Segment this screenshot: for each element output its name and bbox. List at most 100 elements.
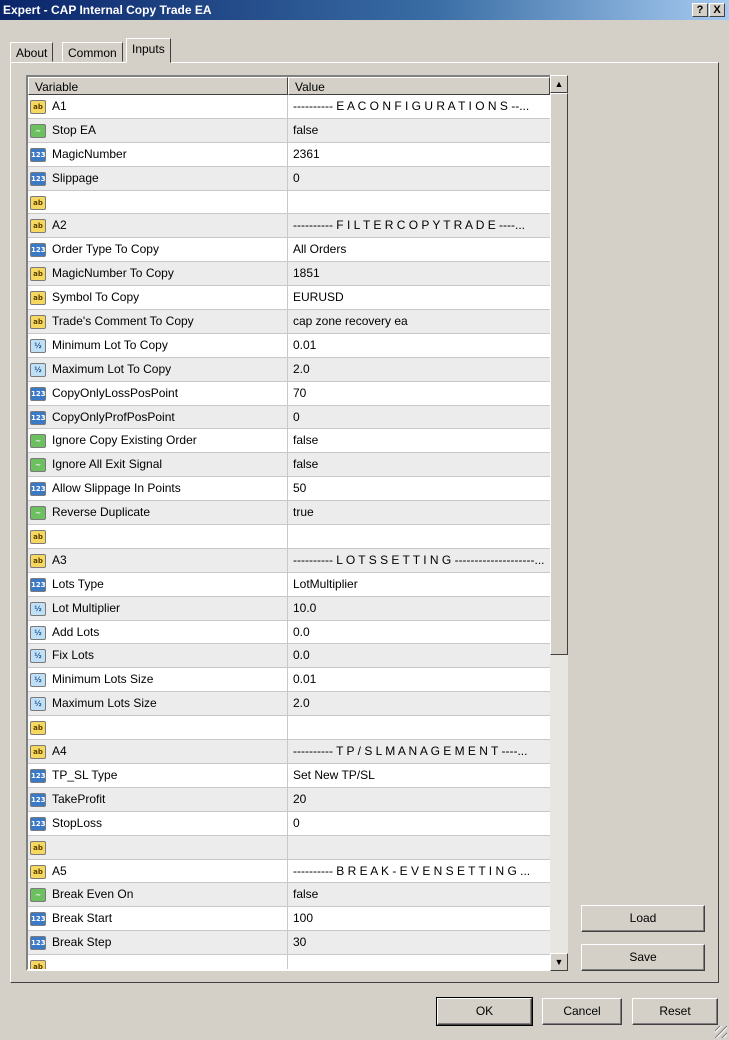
value-cell[interactable]: EURUSD xyxy=(288,286,550,309)
value-cell[interactable]: 30 xyxy=(288,931,550,954)
value-cell[interactable] xyxy=(288,191,550,214)
value-cell[interactable]: 20 xyxy=(288,788,550,811)
value-cell[interactable]: 50 xyxy=(288,477,550,500)
variable-cell: ab A5 xyxy=(28,859,288,883)
tab-about[interactable]: About xyxy=(10,42,54,62)
table-row[interactable]: ½ Add Lots 0.0 xyxy=(28,620,550,645)
table-row[interactable]: 123 CopyOnlyLossPosPoint 70 xyxy=(28,381,550,406)
value-cell[interactable]: ---------- E A C O N F I G U R A T I O N… xyxy=(288,95,550,118)
column-header-value[interactable]: Value xyxy=(288,77,550,95)
table-row[interactable]: ~ Break Even On false xyxy=(28,883,550,908)
cancel-button[interactable]: Cancel xyxy=(542,998,622,1025)
reset-button[interactable]: Reset xyxy=(632,998,718,1025)
table-row[interactable]: ab xyxy=(28,955,550,969)
table-header: Variable Value xyxy=(28,77,550,95)
value-cell[interactable] xyxy=(288,525,550,548)
table-row[interactable]: 123 StopLoss 0 xyxy=(28,811,550,836)
table-row[interactable]: 123 Lots Type LotMultiplier xyxy=(28,572,550,597)
table-row[interactable]: 123 Slippage 0 xyxy=(28,166,550,191)
value-cell[interactable]: false xyxy=(288,883,550,906)
table-row[interactable]: 123 Allow Slippage In Points 50 xyxy=(28,477,550,502)
table-row[interactable]: ab xyxy=(28,716,550,741)
value-cell[interactable]: false xyxy=(288,429,550,452)
value-cell[interactable]: ---------- F I L T E R C O P Y T R A D E… xyxy=(288,214,550,237)
column-header-variable[interactable]: Variable xyxy=(28,77,288,95)
table-row[interactable]: ab xyxy=(28,835,550,860)
variable-cell: 123 Break Start xyxy=(28,907,288,931)
tab-common[interactable]: Common xyxy=(62,42,123,62)
value-cell[interactable]: 100 xyxy=(288,907,550,930)
load-button[interactable]: Load xyxy=(581,905,705,932)
table-row[interactable]: ½ Maximum Lot To Copy 2.0 xyxy=(28,357,550,382)
table-row[interactable]: 123 Break Start 100 xyxy=(28,907,550,932)
value-cell[interactable]: false xyxy=(288,119,550,142)
table-row[interactable]: 123 MagicNumber 2361 xyxy=(28,142,550,167)
bool-type-icon: ~ xyxy=(30,123,46,138)
help-icon[interactable]: ? xyxy=(692,3,708,17)
value-cell[interactable]: 0.01 xyxy=(288,334,550,357)
table-row[interactable]: ~ Ignore Copy Existing Order false xyxy=(28,429,550,454)
table-row[interactable]: ab xyxy=(28,525,550,549)
table-row[interactable]: ½ Lot Multiplier 10.0 xyxy=(28,596,550,621)
table-row[interactable]: 123 Break Step 30 xyxy=(28,931,550,956)
scroll-thumb[interactable] xyxy=(550,93,568,655)
ok-button[interactable]: OK xyxy=(436,997,533,1026)
value-cell[interactable]: LotMultiplier xyxy=(288,573,550,596)
table-row[interactable]: ab MagicNumber To Copy 1851 xyxy=(28,262,550,287)
close-icon[interactable]: X xyxy=(709,3,725,17)
table-row[interactable]: ~ Reverse Duplicate true xyxy=(28,501,550,526)
value-cell[interactable] xyxy=(288,955,550,969)
value-cell[interactable]: Set New TP/SL xyxy=(288,764,550,787)
value-cell[interactable]: ---------- L O T S S E T T I N G -------… xyxy=(288,549,550,572)
value-cell[interactable]: false xyxy=(288,453,550,476)
table-row[interactable]: ab A2 ---------- F I L T E R C O P Y T R A… xyxy=(28,214,550,239)
scroll-up-icon[interactable]: ▲ xyxy=(550,75,568,93)
scroll-down-icon[interactable]: ▼ xyxy=(550,953,568,971)
value-cell[interactable]: 2361 xyxy=(288,143,550,166)
table-row[interactable]: ½ Fix Lots 0.0 xyxy=(28,644,550,669)
value-cell[interactable]: 0 xyxy=(288,167,550,190)
table-row[interactable]: ½ Minimum Lots Size 0.01 xyxy=(28,668,550,693)
table-row[interactable]: 123 TakeProfit 20 xyxy=(28,787,550,812)
value-cell[interactable]: 0 xyxy=(288,812,550,835)
value-cell[interactable]: 70 xyxy=(288,382,550,405)
variable-cell: 123 Break Step xyxy=(28,931,288,955)
value-cell[interactable]: 0 xyxy=(288,406,550,429)
value-cell[interactable] xyxy=(288,716,550,739)
value-cell[interactable]: All Orders xyxy=(288,238,550,261)
value-cell[interactable]: 2.0 xyxy=(288,358,550,381)
value-cell[interactable]: 0.01 xyxy=(288,668,550,691)
table-row[interactable]: ab Trade's Comment To Copy cap zone recove… xyxy=(28,310,550,334)
table-row[interactable]: ab A5 ---------- B R E A K - E V E N S E T… xyxy=(28,859,550,884)
resize-grip-icon[interactable] xyxy=(715,1026,727,1038)
table-row[interactable]: ab A3 ---------- L O T S S E T T I N G ---… xyxy=(28,548,550,573)
tab-inputs[interactable]: Inputs xyxy=(126,38,171,63)
value-cell[interactable]: 2.0 xyxy=(288,692,550,715)
vertical-scrollbar[interactable]: ▲ ▼ xyxy=(550,75,568,971)
variable-name: MagicNumber xyxy=(52,146,127,161)
value-cell[interactable]: ---------- B R E A K - E V E N S E T T I… xyxy=(288,860,550,883)
double-type-icon: ½ xyxy=(30,362,46,377)
table-row[interactable]: ~ Ignore All Exit Signal false xyxy=(28,453,550,478)
table-row[interactable]: 123 TP_SL Type Set New TP/SL xyxy=(28,763,550,788)
value-cell[interactable] xyxy=(288,836,550,859)
value-cell[interactable]: cap zone recovery ea xyxy=(288,310,550,333)
table-row[interactable]: ab Symbol To Copy EURUSD xyxy=(28,286,550,311)
value-cell[interactable]: 10.0 xyxy=(288,597,550,620)
table-row[interactable]: 123 CopyOnlyProfPosPoint 0 xyxy=(28,405,550,430)
table-row[interactable]: ab A4 ---------- T P / S L M A N A G E M E… xyxy=(28,740,550,764)
table-row[interactable]: ~ Stop EA false xyxy=(28,118,550,143)
value-cell[interactable]: ---------- T P / S L M A N A G E M E N T… xyxy=(288,740,550,763)
table-row[interactable]: 123 Order Type To Copy All Orders xyxy=(28,238,550,263)
table-row[interactable]: ab xyxy=(28,190,550,215)
value-cell[interactable]: true xyxy=(288,501,550,524)
save-button[interactable]: Save xyxy=(581,944,705,971)
table-row[interactable]: ab A1 ---------- E A C O N F I G U R A T I… xyxy=(28,95,550,119)
table-row[interactable]: ½ Minimum Lot To Copy 0.01 xyxy=(28,333,550,358)
value-cell[interactable]: 0.0 xyxy=(288,644,550,667)
value-cell[interactable]: 0.0 xyxy=(288,621,550,644)
variable-name: Symbol To Copy xyxy=(52,290,140,305)
table-row[interactable]: ½ Maximum Lots Size 2.0 xyxy=(28,692,550,717)
value-cell[interactable]: 1851 xyxy=(288,262,550,285)
inputs-table[interactable]: Variable Value ab A1 ---------- E A C O N … xyxy=(26,75,568,971)
